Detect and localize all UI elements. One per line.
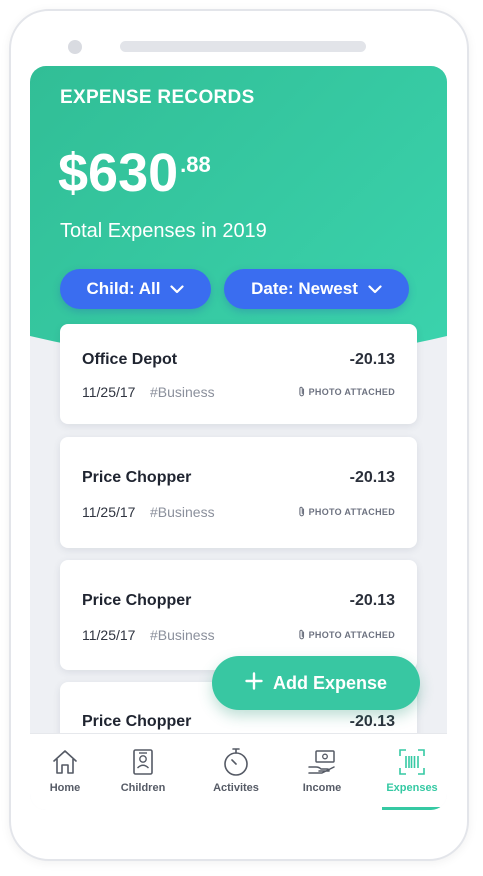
paperclip-icon — [298, 629, 304, 640]
record-tag: #Business — [150, 627, 215, 643]
paperclip-icon — [298, 386, 304, 397]
record-amount: -20.13 — [349, 469, 395, 486]
expense-record[interactable]: Office Depot -20.13 11/25/17 #Business P… — [60, 324, 417, 424]
tab-income[interactable]: Income — [287, 734, 357, 810]
record-amount: -20.13 — [349, 351, 395, 368]
total-amount-main: $630 — [58, 143, 179, 203]
record-vendor: Price Chopper — [82, 713, 192, 730]
record-attachment: PHOTO ATTACHED — [298, 506, 395, 517]
attachment-label: PHOTO ATTACHED — [308, 506, 395, 517]
speaker-bar — [120, 41, 366, 52]
record-date: 11/25/17 — [82, 627, 136, 643]
record-vendor: Office Depot — [82, 351, 178, 368]
stopwatch-icon — [221, 746, 251, 778]
tab-children-label: Children — [120, 782, 166, 794]
camera-dot — [68, 40, 82, 54]
expense-record[interactable]: Price Chopper -20.13 11/25/17 #Business … — [60, 437, 417, 548]
record-date: 11/25/17 — [82, 504, 136, 520]
child-filter-dropdown[interactable]: Child: All — [60, 269, 211, 309]
record-date: 11/25/17 — [82, 384, 136, 400]
tab-home-label: Home — [49, 782, 81, 794]
active-tab-indicator — [382, 807, 442, 810]
record-tag: #Business — [150, 504, 215, 520]
add-expense-button[interactable]: Add Expense — [212, 656, 420, 710]
total-subtitle: Total Expenses in 2019 — [60, 220, 267, 242]
record-vendor: Price Chopper — [82, 592, 192, 609]
chevron-down-icon — [170, 284, 185, 294]
total-amount-cents: .88 — [180, 152, 211, 177]
app-screen: EXPENSE RECORDS $630 .88 Total Expenses … — [30, 66, 447, 810]
paperclip-icon — [298, 506, 304, 517]
expense-record[interactable]: Price Chopper -20.13 11/25/17 #Business … — [60, 560, 417, 670]
record-attachment: PHOTO ATTACHED — [298, 629, 395, 640]
barcode-icon — [397, 746, 427, 778]
tab-activities[interactable]: Activites — [201, 734, 271, 810]
tab-activities-label: Activites — [213, 782, 259, 794]
record-attachment: PHOTO ATTACHED — [298, 386, 395, 397]
attachment-label: PHOTO ATTACHED — [308, 629, 395, 640]
attachment-label: PHOTO ATTACHED — [308, 386, 395, 397]
total-amount: $630 .88 — [58, 146, 211, 200]
tab-home[interactable]: Home — [30, 734, 100, 810]
chevron-down-icon — [368, 284, 382, 294]
page-title: EXPENSE RECORDS — [60, 87, 255, 108]
tab-income-label: Income — [302, 782, 342, 794]
home-icon — [50, 746, 80, 778]
date-sort-dropdown[interactable]: Date: Newest — [224, 269, 409, 309]
child-id-icon — [130, 746, 156, 778]
plus-icon — [245, 671, 263, 695]
tab-expenses-label: Expenses — [386, 782, 438, 794]
record-amount: -20.13 — [349, 592, 395, 609]
date-sort-label: Date: Newest — [251, 279, 358, 298]
tab-children[interactable]: Children — [108, 734, 178, 810]
record-amount: -20.13 — [349, 713, 395, 730]
tab-expenses[interactable]: Expenses — [377, 734, 447, 810]
bottom-tab-bar: Home Children Activites Income Expenses — [30, 733, 447, 810]
record-vendor: Price Chopper — [82, 469, 192, 486]
add-expense-label: Add Expense — [272, 672, 388, 693]
child-filter-label: Child: All — [86, 279, 161, 298]
record-tag: #Business — [150, 384, 215, 400]
cash-hand-icon — [306, 746, 338, 778]
